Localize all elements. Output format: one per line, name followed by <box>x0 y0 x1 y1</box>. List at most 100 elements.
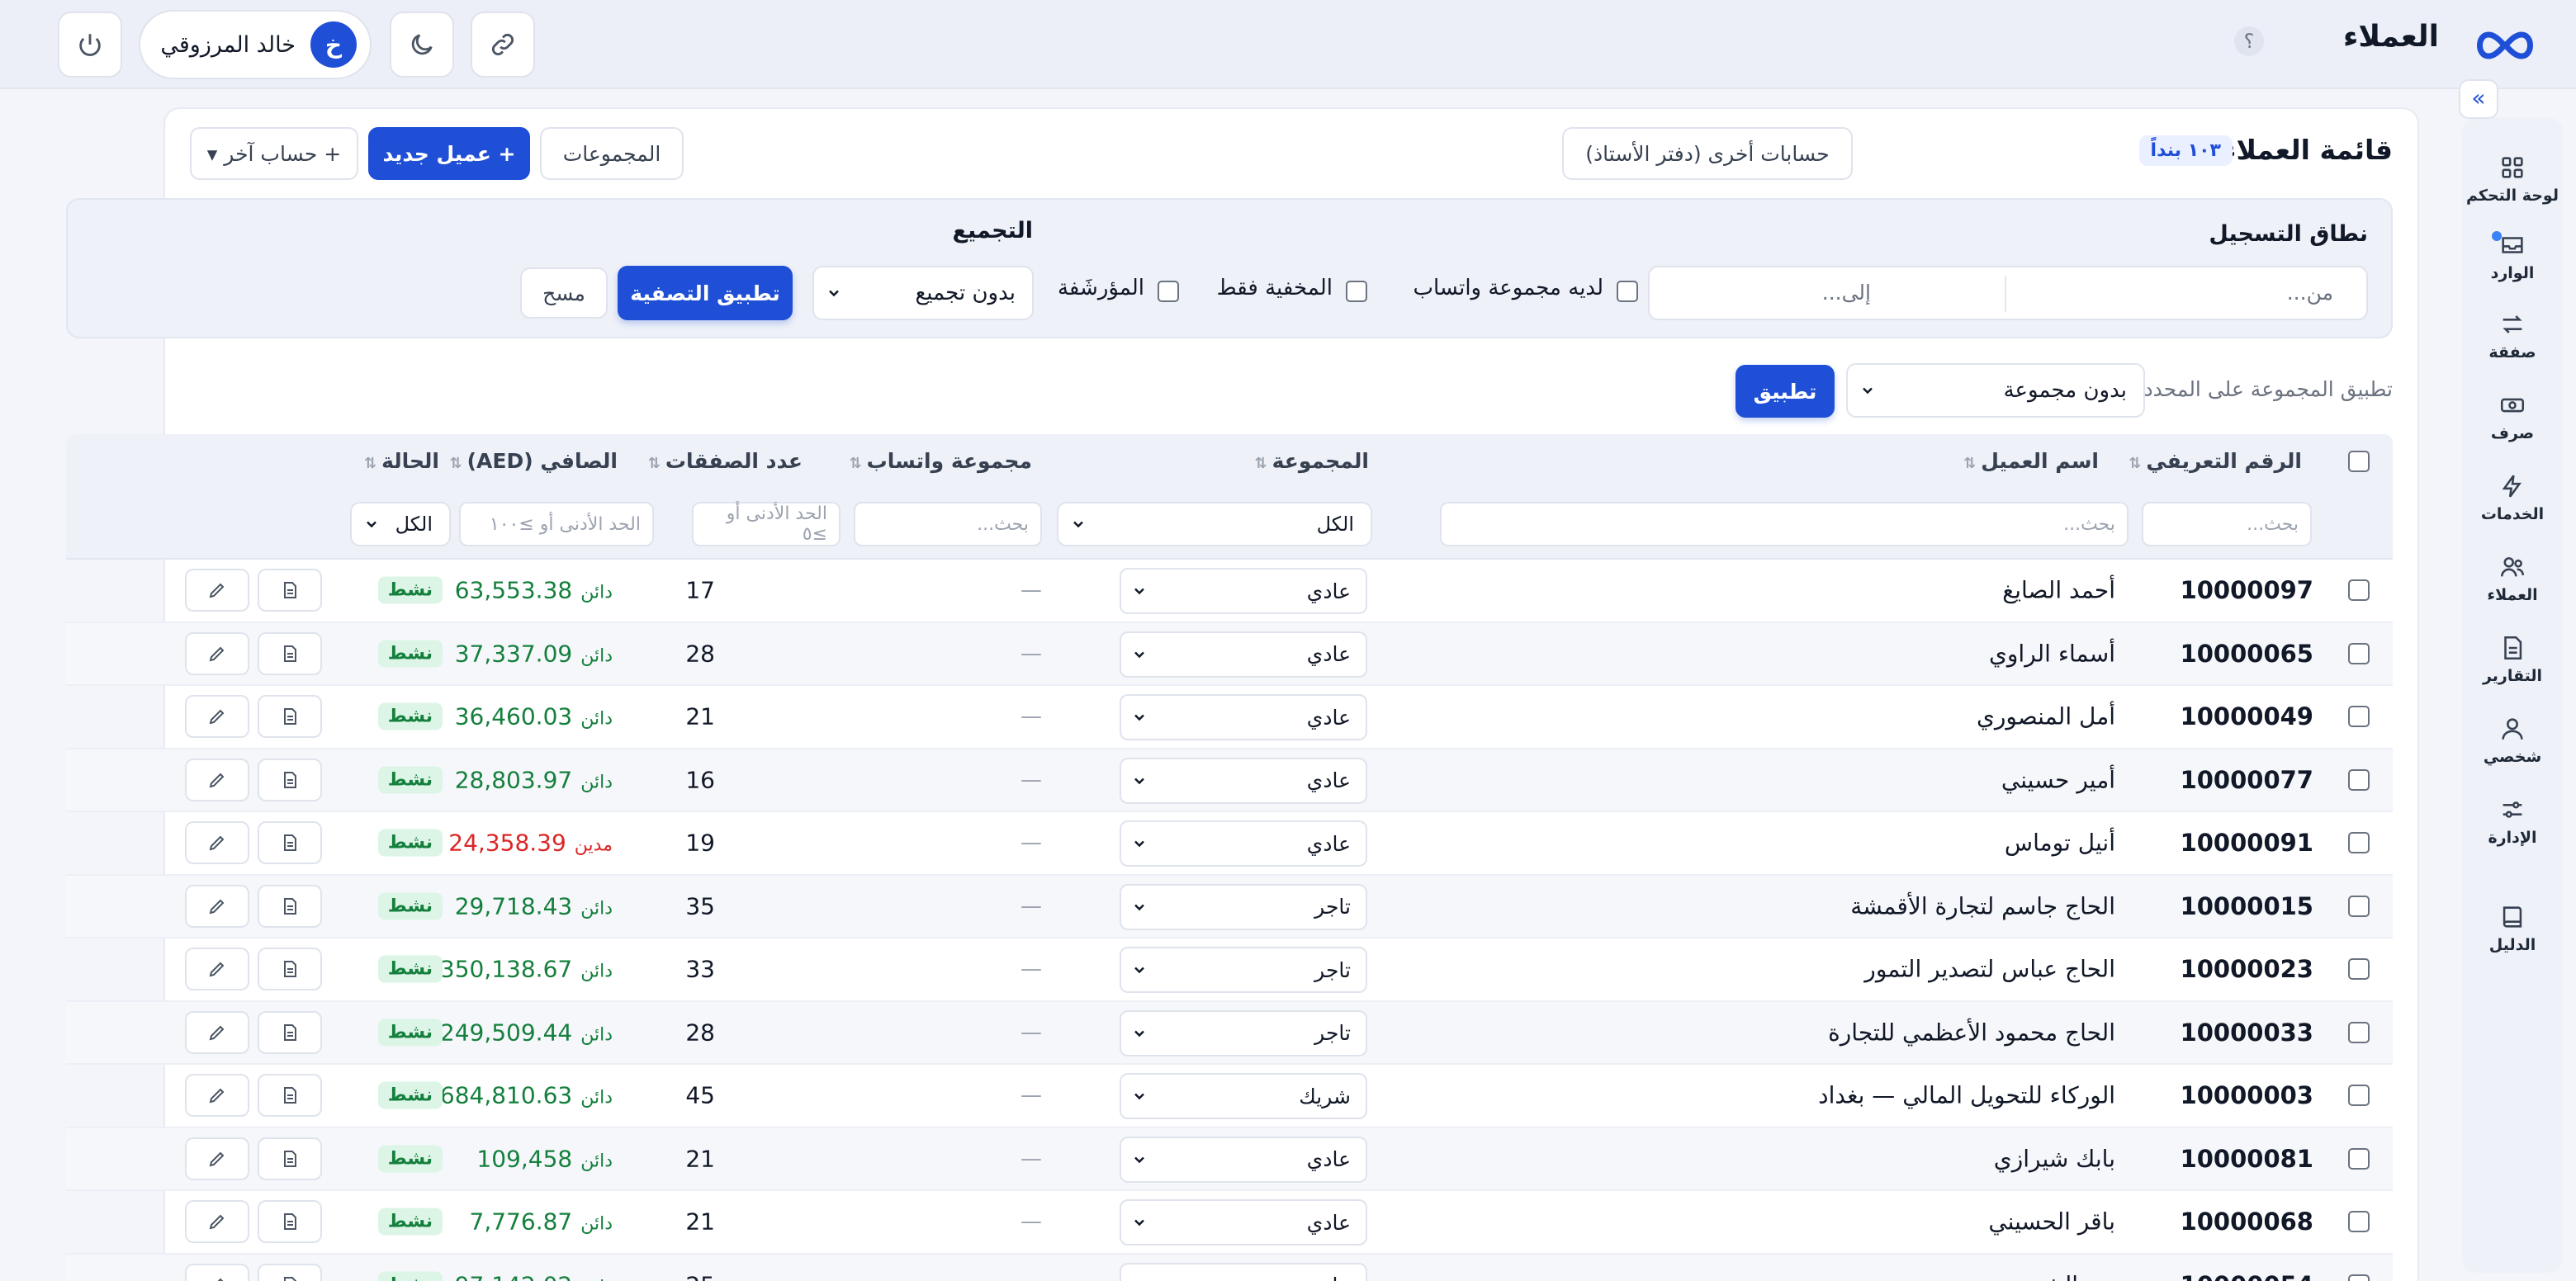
statement-button[interactable] <box>258 695 322 739</box>
row-group-select[interactable]: شريك <box>1120 1073 1367 1119</box>
row-group-select[interactable]: عادي <box>1120 757 1367 804</box>
table-row[interactable]: 10000033 الحاج محمود الأعظمي للتجارة تاج… <box>66 1001 2393 1065</box>
sidebar-item-reports[interactable]: التقارير <box>2462 634 2563 685</box>
table-row[interactable]: 10000077 أمير حسيني عادي — 16 دائن 28,803… <box>66 749 2393 812</box>
row-checkbox[interactable] <box>2348 579 2370 601</box>
user-menu[interactable]: خ خالد المرزوقي <box>139 10 372 79</box>
row-checkbox[interactable] <box>2348 768 2370 791</box>
edit-button[interactable] <box>185 1137 249 1180</box>
client-name[interactable]: أمل المنصوري <box>1977 703 2115 730</box>
edit-button[interactable] <box>185 1263 249 1281</box>
edit-button[interactable] <box>185 1010 249 1054</box>
table-row[interactable]: 10000015 الحاج جاسم لتجارة الأقمشة تاجر … <box>66 875 2393 938</box>
row-checkbox[interactable] <box>2348 706 2370 727</box>
row-checkbox[interactable] <box>2348 1274 2370 1281</box>
row-group-select[interactable]: عادي <box>1120 568 1367 614</box>
row-group-select[interactable]: عادي <box>1120 1262 1367 1281</box>
statement-button[interactable] <box>258 821 322 865</box>
row-checkbox[interactable] <box>2348 1211 2370 1232</box>
client-name[interactable]: أنيل توماس <box>2005 830 2115 857</box>
client-name[interactable]: باقر الحسيني <box>1988 1208 2115 1236</box>
sidebar-item-inbox[interactable]: الوارد <box>2462 231 2563 282</box>
logout-button[interactable] <box>58 12 122 78</box>
row-checkbox[interactable] <box>2348 1021 2370 1043</box>
statement-button[interactable] <box>258 569 322 612</box>
bulk-group-select[interactable]: بدون مجموعة <box>1846 363 2145 418</box>
table-row[interactable]: 10000091 أنيل توماس عادي — 19 مدين 24,358… <box>66 812 2393 876</box>
col-deals[interactable]: عدد الصفقات⇅ <box>648 449 803 473</box>
name-filter-input[interactable]: بحث... <box>1440 502 2129 546</box>
client-name[interactable]: بابك شيرازي <box>1994 1145 2115 1172</box>
select-all-checkbox[interactable] <box>2348 451 2370 472</box>
statement-button[interactable] <box>258 948 322 991</box>
table-row[interactable]: 10000003 الوركاء للتحويل المالي — بغداد … <box>66 1065 2393 1128</box>
row-checkbox[interactable] <box>2348 1085 2370 1106</box>
statement-button[interactable] <box>258 631 322 675</box>
sidebar-item-admin[interactable]: الإدارة <box>2462 796 2563 847</box>
group-filter-select[interactable]: الكل <box>1057 502 1372 546</box>
table-row[interactable]: 10000049 أمل المنصوري عادي — 21 دائن 36,4… <box>66 686 2393 749</box>
link-button[interactable] <box>471 12 535 78</box>
edit-button[interactable] <box>185 695 249 739</box>
statement-button[interactable] <box>258 1263 322 1281</box>
edit-button[interactable] <box>185 948 249 991</box>
row-group-select[interactable]: تاجر <box>1120 883 1367 930</box>
collapse-sidebar-button[interactable]: » <box>2459 79 2498 119</box>
client-name[interactable]: الحاج جاسم لتجارة الأقمشة <box>1850 892 2115 919</box>
edit-button[interactable] <box>185 1074 249 1118</box>
help-icon[interactable]: ؟ <box>2234 26 2264 56</box>
deals-filter-input[interactable]: الحد الأدنى أو ≥٥ <box>692 502 841 546</box>
row-checkbox[interactable] <box>2348 1147 2370 1170</box>
sidebar-item-clients[interactable]: العملاء <box>2462 553 2563 604</box>
sidebar-item-guide[interactable]: الدليل <box>2462 903 2563 954</box>
col-group[interactable]: المجموعة⇅ <box>1254 449 1369 473</box>
statement-button[interactable] <box>258 1074 322 1118</box>
edit-button[interactable] <box>185 569 249 612</box>
row-checkbox[interactable] <box>2348 642 2370 664</box>
table-row[interactable]: 10000065 أسماء الراوي عادي — 28 دائن 37,3… <box>66 622 2393 686</box>
client-name[interactable]: بدر الشمري <box>2000 1271 2115 1281</box>
row-group-select[interactable]: عادي <box>1120 631 1367 678</box>
table-row[interactable]: 10000097 أحمد الصايغ عادي — 17 دائن 63,55… <box>66 560 2393 623</box>
dark-mode-button[interactable] <box>390 12 454 78</box>
row-group-select[interactable]: عادي <box>1120 694 1367 740</box>
grouping-select[interactable]: بدون تجميع <box>812 266 1034 320</box>
sidebar-item-deal[interactable]: صفقة <box>2462 310 2563 362</box>
statement-button[interactable] <box>258 1137 322 1180</box>
date-range-input[interactable]: من... إلى... <box>1648 266 2368 320</box>
id-filter-input[interactable]: بحث... <box>2142 502 2312 546</box>
row-checkbox[interactable] <box>2348 832 2370 853</box>
to-field[interactable]: إلى... <box>1822 281 1871 305</box>
other-accounts-button[interactable]: حسابات أخرى (دفتر الأستاذ) <box>1562 127 1853 180</box>
edit-button[interactable] <box>185 631 249 675</box>
client-name[interactable]: الحاج عباس لتصدير التمور <box>1864 956 2115 983</box>
row-group-select[interactable]: تاجر <box>1120 947 1367 993</box>
new-client-button[interactable]: + عميل جديد <box>368 127 530 180</box>
table-row[interactable]: 10000068 باقر الحسيني عادي — 21 دائن 7,77… <box>66 1191 2393 1255</box>
archived-checkbox[interactable] <box>1158 281 1179 302</box>
client-name[interactable]: أحمد الصايغ <box>2002 577 2115 604</box>
row-group-select[interactable]: عادي <box>1120 1136 1367 1183</box>
statement-button[interactable] <box>258 884 322 928</box>
status-filter-select[interactable]: الكل <box>350 502 451 546</box>
sidebar-item-services[interactable]: الخدمات <box>2462 472 2563 523</box>
col-name[interactable]: اسم العميل⇅ <box>1963 449 2099 473</box>
client-name[interactable]: أمير حسيني <box>2001 766 2115 793</box>
row-group-select[interactable]: عادي <box>1120 820 1367 867</box>
hidden-only-checkbox[interactable] <box>1346 281 1367 302</box>
whatsapp-filter-input[interactable]: بحث... <box>854 502 1042 546</box>
col-whatsapp[interactable]: مجموعة واتساب⇅ <box>850 449 1032 473</box>
row-group-select[interactable]: عادي <box>1120 1199 1367 1246</box>
table-row[interactable]: 10000081 بابك شيرازي عادي — 21 دائن 109,4… <box>66 1127 2393 1191</box>
net-filter-input[interactable]: الحد الأدنى أو ≥١٠٠ <box>459 502 654 546</box>
table-row[interactable]: 10000023 الحاج عباس لتصدير التمور تاجر —… <box>66 938 2393 1002</box>
client-name[interactable]: الحاج محمود الأعظمي للتجارة <box>1828 1019 2115 1046</box>
edit-button[interactable] <box>185 884 249 928</box>
bulk-apply-button[interactable]: تطبيق <box>1735 365 1835 418</box>
groups-button[interactable]: المجموعات <box>540 127 684 180</box>
sidebar-item-dashboard[interactable]: لوحة التحكم <box>2462 154 2563 205</box>
col-status[interactable]: الحالة⇅ <box>364 449 439 473</box>
col-id[interactable]: الرقم التعريفي⇅ <box>2129 449 2302 473</box>
statement-button[interactable] <box>258 1010 322 1054</box>
edit-button[interactable] <box>185 821 249 865</box>
